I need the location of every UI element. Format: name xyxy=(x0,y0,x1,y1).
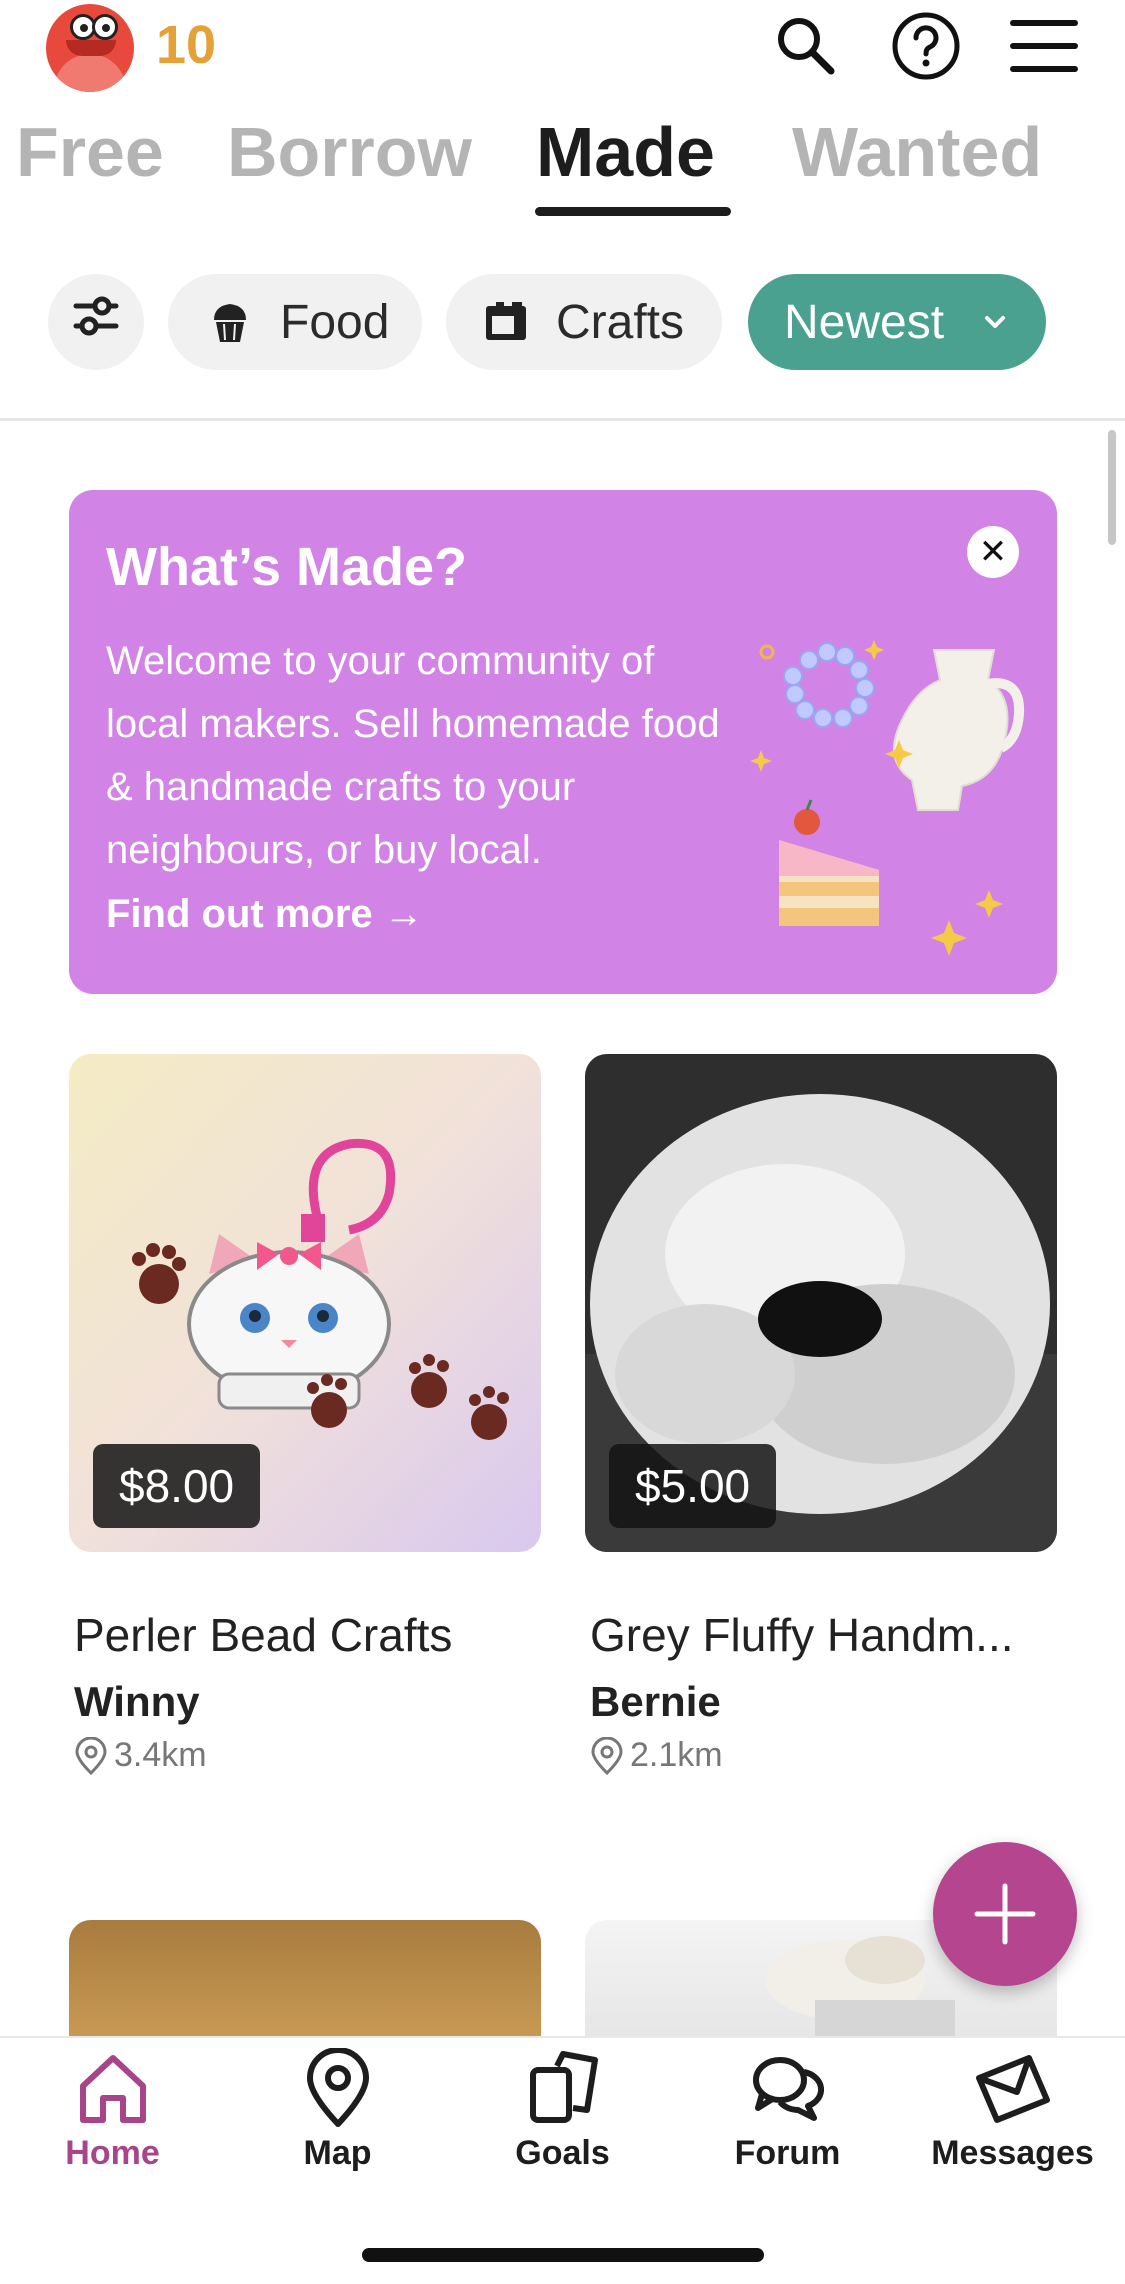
nav-home-label: Home xyxy=(65,2134,160,2172)
forum-icon xyxy=(752,2057,824,2121)
cupcake-icon xyxy=(204,296,256,348)
nav-goals[interactable]: Goals xyxy=(450,2048,675,2198)
location-pin-icon xyxy=(75,1736,107,1775)
nav-goals-label: Goals xyxy=(515,2134,610,2172)
listing-card[interactable]: $8.00 Perler Bead Crafts Winny 3.4km xyxy=(69,1054,541,1775)
listing-card[interactable]: $5.00 Grey Fluffy Handm... Bernie 2.1km xyxy=(585,1054,1057,1775)
info-banner: What’s Made? ✕ Welcome to your community… xyxy=(69,490,1057,994)
location-pin-icon xyxy=(591,1736,623,1775)
tab-made[interactable]: Made xyxy=(536,112,715,192)
close-icon[interactable]: ✕ xyxy=(967,526,1019,578)
listing-distance-value: 2.1km xyxy=(630,1736,723,1774)
sewing-machine-icon xyxy=(480,296,532,348)
scrollbar[interactable] xyxy=(1108,430,1116,545)
help-icon[interactable] xyxy=(890,10,962,82)
price-tag: $8.00 xyxy=(93,1444,261,1528)
profile-avatar[interactable] xyxy=(46,4,134,92)
listing-distance-value: 3.4km xyxy=(114,1736,207,1774)
listing-image[interactable]: $8.00 xyxy=(69,1054,541,1552)
listing-seller: Winny xyxy=(74,1678,200,1725)
filter-divider xyxy=(0,418,1125,421)
filter-crafts-label: Crafts xyxy=(556,295,685,349)
chevron-down-icon xyxy=(982,313,1008,331)
menu-icon[interactable] xyxy=(1008,10,1080,82)
sort-dropdown[interactable]: Newest xyxy=(748,274,1046,370)
map-pin-icon xyxy=(306,2048,369,2127)
nav-home[interactable]: Home xyxy=(0,2048,225,2198)
home-icon xyxy=(79,2055,146,2123)
sort-label: Newest xyxy=(784,295,945,349)
nav-map-label: Map xyxy=(303,2134,372,2172)
listing-title: Grey Fluffy Handm... xyxy=(590,1609,1014,1661)
messages-icon xyxy=(975,2055,1050,2123)
tab-free[interactable]: Free xyxy=(16,112,164,192)
listing-image[interactable] xyxy=(69,1920,541,2040)
sliders-icon xyxy=(70,290,122,354)
listing-seller: Bernie xyxy=(590,1678,721,1725)
filter-food-label: Food xyxy=(280,295,390,349)
active-tab-indicator xyxy=(535,207,731,216)
goals-icon xyxy=(529,2051,598,2123)
search-icon[interactable] xyxy=(770,10,842,82)
add-listing-button[interactable] xyxy=(933,1842,1077,1986)
nav-map[interactable]: Map xyxy=(225,2048,450,2198)
bottom-navigation: Home Map Goals Forum Messages xyxy=(0,2036,1125,2284)
top-bar: 10 xyxy=(0,0,1125,95)
price-tag: $5.00 xyxy=(609,1444,777,1528)
plus-icon xyxy=(974,1883,1036,1945)
tab-wanted[interactable]: Wanted xyxy=(792,112,1042,192)
listing-title: Perler Bead Crafts xyxy=(74,1609,453,1661)
category-tabs: Free Borrow Made Wanted xyxy=(0,112,1125,222)
nav-messages-label: Messages xyxy=(931,2134,1094,2172)
crafts-illustration-icon xyxy=(750,640,1025,956)
points-count: 10 xyxy=(156,15,217,75)
listing-distance: 3.4km xyxy=(74,1736,541,1775)
nav-forum[interactable]: Forum xyxy=(675,2048,900,2198)
home-indicator[interactable] xyxy=(362,2248,764,2262)
listing-distance: 2.1km xyxy=(590,1736,1057,1775)
filter-food-chip[interactable]: Food xyxy=(168,274,422,370)
banner-body: Welcome to your community of local maker… xyxy=(106,639,720,872)
listing-image[interactable]: $5.00 xyxy=(585,1054,1057,1552)
banner-title: What’s Made? xyxy=(106,537,468,597)
filter-crafts-chip[interactable]: Crafts xyxy=(446,274,722,370)
tab-borrow[interactable]: Borrow xyxy=(227,112,472,192)
find-out-more-link[interactable]: Find out more → xyxy=(106,892,424,937)
filter-settings-button[interactable] xyxy=(48,274,144,370)
nav-messages[interactable]: Messages xyxy=(900,2048,1125,2198)
nav-forum-label: Forum xyxy=(734,2134,841,2172)
filter-bar: Food Crafts Newest xyxy=(0,274,1125,370)
